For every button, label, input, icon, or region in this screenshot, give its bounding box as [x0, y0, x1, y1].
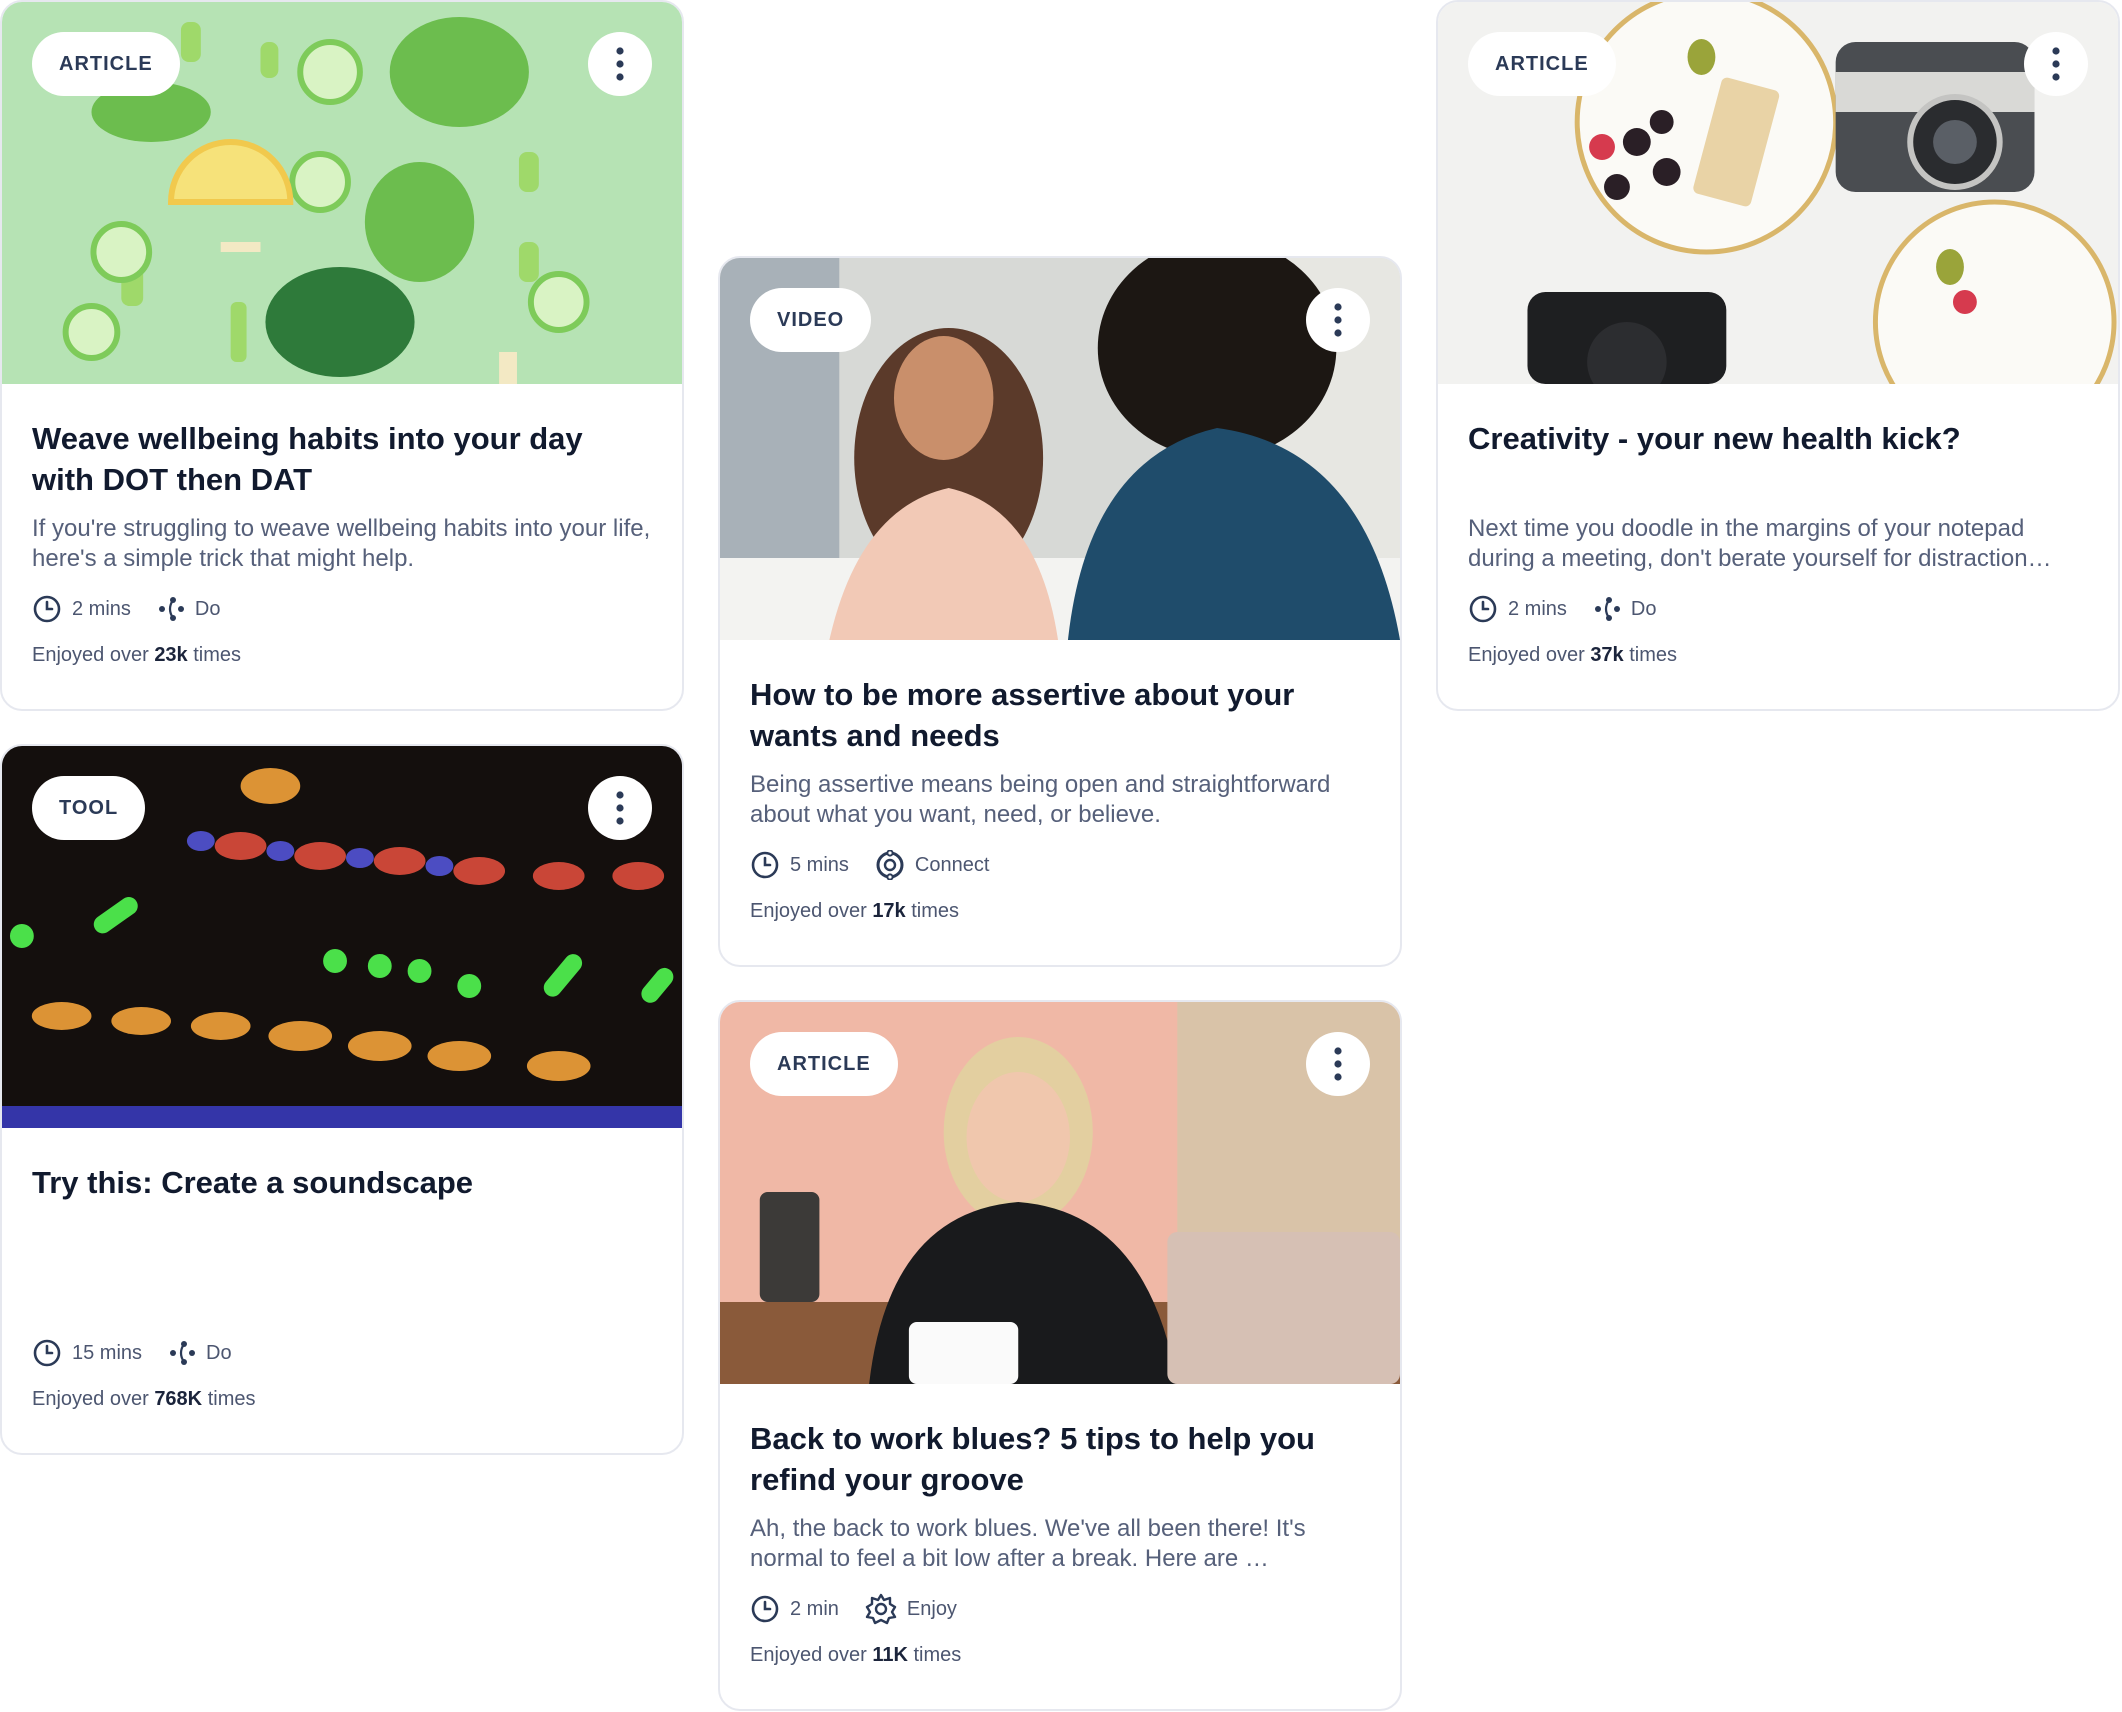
duration-label: 2 min	[790, 1597, 839, 1620]
more-vertical-icon	[1334, 1047, 1342, 1081]
more-options-button[interactable]	[2024, 32, 2088, 96]
more-options-button[interactable]	[1306, 1032, 1370, 1096]
duration-label: 2 mins	[72, 597, 131, 620]
card-image-vegetables: ARTICLE	[2, 2, 682, 384]
enjoyed-count: 11K	[872, 1644, 908, 1666]
duration-label: 5 mins	[790, 853, 849, 876]
connect-icon	[876, 850, 904, 880]
card-meta: 5 mins Connect	[750, 850, 1370, 880]
content-type-badge: ARTICLE	[750, 1032, 898, 1096]
content-card-back-to-work[interactable]: ARTICLE Back to work blues? 5 tips to he…	[718, 1000, 1402, 1711]
card-title[interactable]: How to be more assertive about your want…	[750, 674, 1370, 756]
content-type-badge: TOOL	[32, 776, 146, 840]
duration-label: 2 mins	[1508, 597, 1567, 620]
more-options-button[interactable]	[1306, 288, 1370, 352]
card-title[interactable]: Try this: Create a soundscape	[32, 1162, 652, 1244]
do-icon	[158, 597, 184, 621]
card-title[interactable]: Creativity - your new health kick?	[1468, 418, 2088, 500]
more-vertical-icon	[2052, 47, 2060, 81]
more-vertical-icon	[616, 47, 624, 81]
content-card-assertive[interactable]: VIDEO How to be more assertive about you…	[718, 256, 1402, 967]
clock-icon	[33, 595, 61, 623]
duration-label: 15 mins	[72, 1341, 143, 1364]
category-label: Enjoy	[906, 1597, 957, 1620]
card-image-conversation: VIDEO	[720, 258, 1400, 640]
category-label: Do	[1630, 597, 1657, 620]
enjoyed-count-text: Enjoyed over 17k times	[750, 900, 960, 922]
content-type-badge: ARTICLE	[32, 32, 180, 96]
enjoyed-count: 17k	[872, 900, 906, 922]
enjoyed-count: 768K	[154, 1388, 203, 1410]
more-options-button[interactable]	[588, 776, 652, 840]
more-vertical-icon	[616, 791, 624, 825]
clock-icon	[33, 1339, 61, 1367]
enjoyed-count-text: Enjoyed over 23k times	[32, 644, 242, 666]
content-card-soundscape[interactable]: TOOL Try this: Create a soundscape 15 mi…	[0, 744, 684, 1455]
category-label: Connect	[914, 853, 990, 876]
card-description	[32, 1258, 652, 1318]
enjoyed-count: 23k	[154, 644, 188, 666]
content-card-dot-then-dat[interactable]: ARTICLE Weave wellbeing habits into your…	[0, 0, 684, 711]
clock-icon	[751, 1595, 779, 1623]
card-meta: 2 min Enjoy	[750, 1593, 1370, 1625]
enjoyed-count: 37k	[1590, 644, 1624, 666]
card-meta: 15 mins Do	[32, 1338, 652, 1368]
do-icon	[170, 1341, 196, 1365]
card-description: Being assertive means being open and str…	[750, 771, 1331, 828]
more-vertical-icon	[1334, 303, 1342, 337]
card-image-food-camera: ARTICLE	[1438, 2, 2118, 384]
do-icon	[1594, 597, 1620, 621]
content-type-badge: VIDEO	[750, 288, 872, 352]
card-description: Ah, the back to work blues. We've all be…	[750, 1515, 1306, 1572]
card-description: If you're struggling to weave wellbeing …	[32, 515, 651, 572]
card-image-soundboard: TOOL	[2, 746, 682, 1128]
enjoyed-count-text: Enjoyed over 768K times	[32, 1388, 256, 1410]
content-card-creativity[interactable]: ARTICLE Creativity - your new health kic…	[1436, 0, 2120, 711]
card-title[interactable]: Back to work blues? 5 tips to help you r…	[750, 1418, 1370, 1500]
clock-icon	[1469, 595, 1497, 623]
enjoyed-count-text: Enjoyed over 11K times	[750, 1644, 962, 1666]
enjoy-icon	[865, 1593, 897, 1625]
content-type-badge: ARTICLE	[1468, 32, 1616, 96]
more-options-button[interactable]	[588, 32, 652, 96]
card-description: Next time you doodle in the margins of y…	[1468, 515, 2052, 572]
card-meta: 2 mins Do	[1468, 594, 2088, 624]
category-label: Do	[194, 597, 221, 620]
category-label: Do	[206, 1341, 232, 1364]
enjoyed-count-text: Enjoyed over 37k times	[1468, 644, 1678, 666]
card-meta: 2 mins Do	[32, 594, 652, 624]
card-title[interactable]: Weave wellbeing habits into your day wit…	[32, 418, 652, 500]
card-image-woman-laptop: ARTICLE	[720, 1002, 1400, 1384]
clock-icon	[751, 851, 779, 879]
